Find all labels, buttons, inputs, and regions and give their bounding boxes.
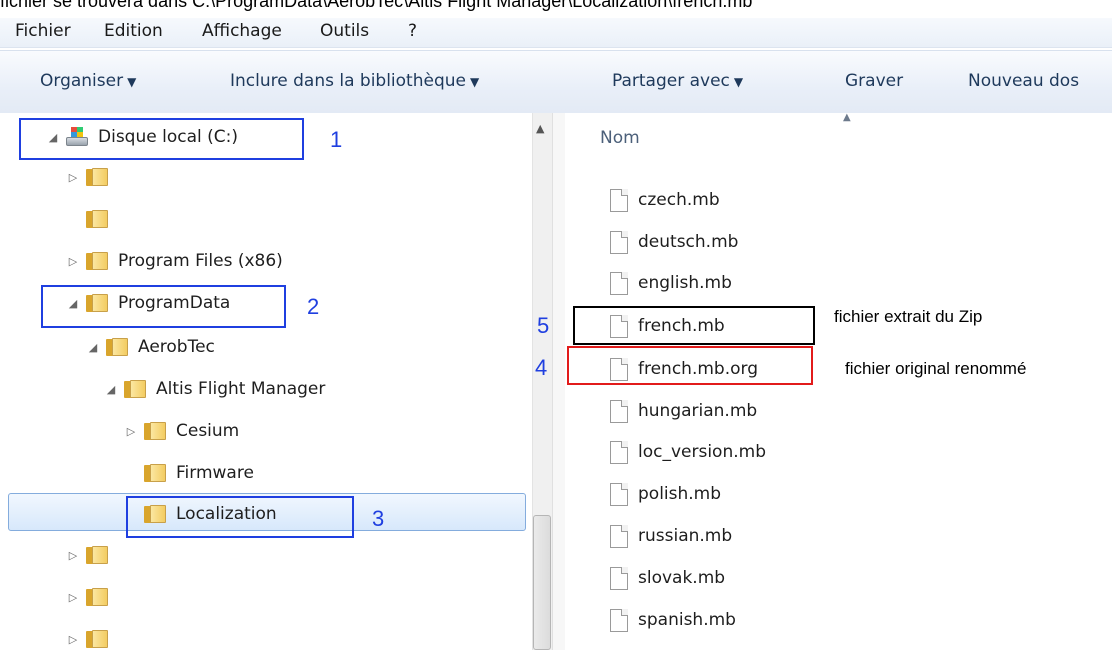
menu-help[interactable]: ? (408, 21, 417, 41)
file-name: polish.mb (638, 484, 722, 504)
organize-label: Organiser (40, 71, 124, 91)
file-item[interactable]: czech.mb (610, 183, 720, 217)
file-icon (610, 482, 628, 506)
file-item[interactable]: polish.mb (610, 477, 721, 511)
tree-item-unnamed-folder[interactable]: ▷ (66, 160, 118, 194)
annotation-box-1 (19, 118, 304, 160)
annotation-box-3 (126, 496, 354, 538)
file-icon (610, 608, 628, 632)
annotation-number-2: 2 (307, 294, 320, 319)
tree-item-aerobtec[interactable]: ◢ AerobTec (86, 330, 215, 364)
tree-item-altis-flight-manager[interactable]: ◢ Altis Flight Manager (104, 372, 326, 406)
file-icon (610, 271, 628, 295)
include-in-library-button[interactable]: Inclure dans la bibliothèque ▼ (230, 71, 479, 91)
annotation-box-4 (567, 346, 813, 385)
folder-icon (86, 588, 108, 606)
file-icon (610, 440, 628, 464)
burn-button[interactable]: Graver (845, 71, 903, 91)
menu-file[interactable]: Fichier (15, 21, 71, 41)
new-folder-button[interactable]: Nouveau dos (968, 71, 1079, 91)
collapse-arrow-icon[interactable]: ◢ (104, 383, 118, 396)
tree-item-label: Firmware (176, 463, 254, 483)
annotation-number-5: 5 (537, 313, 550, 338)
folder-icon (124, 380, 146, 398)
scroll-up-arrow-icon[interactable]: ▲ (536, 122, 544, 135)
file-item[interactable]: hungarian.mb (610, 394, 757, 428)
folder-icon (86, 630, 108, 648)
scrollbar-thumb[interactable] (533, 515, 551, 650)
command-bar: Organiser ▼ Inclure dans la bibliothèque ▼… (0, 50, 1112, 114)
file-name: slovak.mb (638, 568, 726, 588)
annotation-number-1: 1 (330, 127, 343, 152)
tree-item-unnamed-folder[interactable]: ▷ (66, 580, 118, 614)
file-icon (610, 230, 628, 254)
file-name: english.mb (638, 273, 732, 293)
folder-icon (86, 168, 108, 186)
tree-item-unnamed-folder[interactable]: ▷ (66, 538, 118, 572)
pane-splitter[interactable] (552, 113, 566, 650)
file-item[interactable]: russian.mb (610, 519, 732, 553)
file-name: deutsch.mb (638, 232, 739, 252)
column-header-name[interactable]: Nom (600, 128, 640, 148)
annotation-box-5 (573, 306, 815, 345)
tree-item-firmware[interactable]: Firmware (144, 456, 254, 490)
expand-arrow-icon[interactable]: ▷ (66, 171, 80, 184)
tree-item-cesium[interactable]: ▷ Cesium (124, 414, 239, 448)
file-icon (610, 566, 628, 590)
collapse-arrow-icon[interactable]: ◢ (86, 341, 100, 354)
menu-bar: Fichier Edition Affichage Outils ? (0, 18, 1112, 48)
file-item[interactable]: spanish.mb (610, 603, 736, 637)
folder-icon (144, 422, 166, 440)
file-name: czech.mb (638, 190, 720, 210)
tree-item-label: Altis Flight Manager (156, 379, 326, 399)
folder-icon (86, 252, 108, 270)
caption-text: fichier se trouvera dans C:\ProgramData\… (0, 0, 753, 11)
file-name: russian.mb (638, 526, 733, 546)
share-label: Partager avec (612, 71, 730, 91)
file-item[interactable]: loc_version.mb (610, 435, 766, 469)
expand-arrow-icon[interactable]: ▷ (66, 633, 80, 646)
file-icon (610, 524, 628, 548)
tree-item-label: AerobTec (138, 337, 215, 357)
chevron-down-icon: ▼ (733, 75, 744, 89)
chevron-down-icon: ▼ (469, 75, 480, 89)
annotation-number-4: 4 (535, 355, 548, 380)
chevron-down-icon: ▼ (127, 75, 137, 89)
include-label: Inclure dans la bibliothèque (230, 71, 466, 91)
organize-button[interactable]: Organiser ▼ (40, 71, 136, 91)
expand-arrow-icon[interactable]: ▷ (66, 591, 80, 604)
menu-tools[interactable]: Outils (320, 21, 369, 41)
folder-icon (86, 210, 108, 228)
tree-item-label: Cesium (176, 421, 240, 441)
tree-item-program-files[interactable]: ▷ Program Files (x86) (66, 244, 283, 278)
file-item[interactable]: english.mb (610, 266, 732, 300)
folder-icon (106, 338, 128, 356)
expand-arrow-icon[interactable]: ▷ (66, 549, 80, 562)
file-icon (610, 399, 628, 423)
file-icon (610, 188, 628, 212)
share-with-button[interactable]: Partager avec ▼ (612, 71, 743, 91)
file-name: spanish.mb (638, 610, 736, 630)
folder-icon (144, 464, 166, 482)
file-name: hungarian.mb (638, 401, 758, 421)
file-item[interactable]: deutsch.mb (610, 225, 738, 259)
folder-icon (86, 546, 108, 564)
menu-view[interactable]: Affichage (202, 21, 282, 41)
annotation-number-3: 3 (372, 506, 385, 531)
tree-item-label: Program Files (x86) (118, 251, 283, 271)
annotation-note-renamed: fichier original renommé (845, 359, 1027, 378)
file-item[interactable]: slovak.mb (610, 561, 725, 595)
tree-item-unnamed-folder[interactable] (86, 202, 118, 236)
annotation-box-2 (41, 285, 286, 328)
expand-arrow-icon[interactable]: ▷ (124, 425, 138, 438)
expand-arrow-icon[interactable]: ▷ (66, 255, 80, 268)
menu-edit[interactable]: Edition (104, 21, 163, 41)
file-name: loc_version.mb (638, 442, 766, 462)
sort-ascending-icon: ▲ (843, 112, 851, 123)
annotation-note-extracted: fichier extrait du Zip (834, 307, 983, 326)
tree-item-unnamed-folder[interactable]: ▷ (66, 622, 118, 656)
